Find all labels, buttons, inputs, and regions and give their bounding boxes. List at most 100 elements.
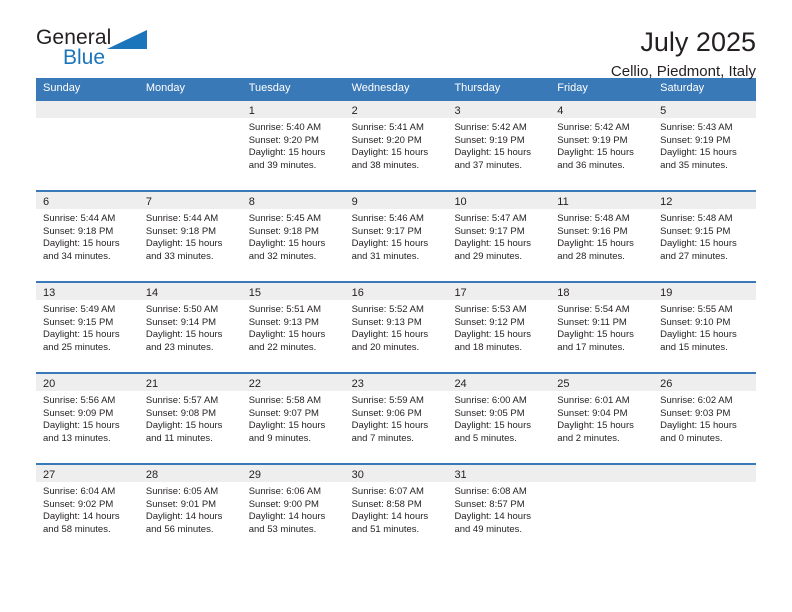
day-number: 28 <box>145 469 159 481</box>
daylight-text-line1: Daylight: 14 hours <box>43 511 120 523</box>
daylight-text-line2: and 5 minutes. <box>454 432 517 444</box>
sunrise-text: Sunrise: 5:42 AM <box>557 122 630 133</box>
calendar-week-row: 1 Sunrise: 5:40 AM Sunset: 9:20 PM Dayli… <box>36 99 757 190</box>
sunset-text: Sunset: 9:11 PM <box>557 316 627 328</box>
day-cell[interactable]: 2 Sunrise: 5:41 AM Sunset: 9:20 PM Dayli… <box>344 101 448 190</box>
daylight-text-line2: and 9 minutes. <box>248 432 312 444</box>
day-cell[interactable] <box>653 465 757 554</box>
sunrise-text: Sunrise: 5:59 AM <box>351 395 424 406</box>
day-cell[interactable]: 6 Sunrise: 5:44 AM Sunset: 9:18 PM Dayli… <box>36 192 139 281</box>
day-details: Sunrise: 5:56 AM Sunset: 9:09 PM Dayligh… <box>36 391 139 445</box>
day-cell[interactable]: 12 Sunrise: 5:48 AM Sunset: 9:15 PM Dayl… <box>653 192 757 281</box>
daylight-text-line1: Daylight: 15 hours <box>145 329 223 341</box>
day-cell[interactable]: 18 Sunrise: 5:54 AM Sunset: 9:11 PM Dayl… <box>550 283 654 372</box>
day-cell[interactable]: 17 Sunrise: 5:53 AM Sunset: 9:12 PM Dayl… <box>447 283 551 372</box>
day-number: 27 <box>43 469 56 481</box>
calendar-week-row: 13 Sunrise: 5:49 AM Sunset: 9:15 PM Dayl… <box>36 281 757 372</box>
daylight-text-line1: Daylight: 15 hours <box>351 420 429 432</box>
sunrise-text: Sunrise: 5:56 AM <box>43 395 116 406</box>
day-cell[interactable]: 24 Sunrise: 6:00 AM Sunset: 9:05 PM Dayl… <box>447 374 551 463</box>
day-details: Sunrise: 5:40 AM Sunset: 9:20 PM Dayligh… <box>242 118 345 172</box>
daylight-text-line2: and 34 minutes. <box>43 250 111 262</box>
sunset-text: Sunset: 9:00 PM <box>248 498 319 510</box>
daylight-text-line2: and 13 minutes. <box>43 432 111 444</box>
day-cell[interactable] <box>550 465 654 554</box>
day-cell[interactable]: 20 Sunrise: 5:56 AM Sunset: 9:09 PM Dayl… <box>36 374 139 463</box>
sunrise-text: Sunrise: 5:49 AM <box>43 304 116 315</box>
day-cell[interactable] <box>36 101 139 190</box>
day-cell[interactable]: 14 Sunrise: 5:50 AM Sunset: 9:14 PM Dayl… <box>138 283 242 372</box>
daylight-text-line1: Daylight: 15 hours <box>43 420 120 432</box>
daylight-text-line1: Daylight: 15 hours <box>557 420 634 432</box>
brand-logo[interactable]: General Blue <box>36 26 156 72</box>
daylight-text-line1: Daylight: 15 hours <box>660 420 737 432</box>
day-number: 15 <box>248 287 261 299</box>
day-number: 1 <box>248 105 255 117</box>
day-number <box>550 469 557 481</box>
day-cell[interactable]: 5 Sunrise: 5:43 AM Sunset: 9:19 PM Dayli… <box>653 101 757 190</box>
day-cell[interactable]: 8 Sunrise: 5:45 AM Sunset: 9:18 PM Dayli… <box>241 192 345 281</box>
day-details: Sunrise: 5:44 AM Sunset: 9:18 PM Dayligh… <box>139 209 242 263</box>
day-cell[interactable]: 31 Sunrise: 6:08 AM Sunset: 8:57 PM Dayl… <box>447 465 551 554</box>
day-details: Sunrise: 5:41 AM Sunset: 9:20 PM Dayligh… <box>345 118 448 172</box>
daylight-text-line1: Daylight: 15 hours <box>145 238 223 250</box>
sunset-text: Sunset: 9:18 PM <box>43 225 114 237</box>
day-cell[interactable]: 23 Sunrise: 5:59 AM Sunset: 9:06 PM Dayl… <box>344 374 448 463</box>
day-cell[interactable]: 13 Sunrise: 5:49 AM Sunset: 9:15 PM Dayl… <box>36 283 139 372</box>
day-cell[interactable]: 4 Sunrise: 5:42 AM Sunset: 9:19 PM Dayli… <box>550 101 654 190</box>
weekday-header-thursday: Thursday <box>454 82 501 94</box>
day-cell[interactable]: 15 Sunrise: 5:51 AM Sunset: 9:13 PM Dayl… <box>241 283 345 372</box>
day-cell[interactable] <box>138 101 242 190</box>
day-details: Sunrise: 6:08 AM Sunset: 8:57 PM Dayligh… <box>447 482 550 536</box>
sunrise-text: Sunrise: 5:54 AM <box>557 304 630 315</box>
page-title: July 2025 <box>640 27 756 57</box>
sunset-text: Sunset: 8:57 PM <box>454 498 525 510</box>
weekday-header-monday: Monday <box>145 82 185 94</box>
sunset-text: Sunset: 9:15 PM <box>660 225 731 237</box>
day-details: Sunrise: 5:49 AM Sunset: 9:15 PM Dayligh… <box>36 300 139 354</box>
day-cell[interactable]: 10 Sunrise: 5:47 AM Sunset: 9:17 PM Dayl… <box>447 192 551 281</box>
page-header: General Blue July 2025 Cellio, Piedmont,… <box>36 0 756 80</box>
daylight-text-line2: and 33 minutes. <box>145 250 214 262</box>
daylight-text-line2: and 28 minutes. <box>557 250 625 262</box>
day-cell[interactable]: 19 Sunrise: 5:55 AM Sunset: 9:10 PM Dayl… <box>653 283 757 372</box>
day-cell[interactable]: 11 Sunrise: 5:48 AM Sunset: 9:16 PM Dayl… <box>550 192 654 281</box>
day-cell[interactable]: 27 Sunrise: 6:04 AM Sunset: 9:02 PM Dayl… <box>36 465 139 554</box>
day-details: Sunrise: 5:43 AM Sunset: 9:19 PM Dayligh… <box>653 118 756 172</box>
day-cell[interactable]: 16 Sunrise: 5:52 AM Sunset: 9:13 PM Dayl… <box>344 283 448 372</box>
day-number: 20 <box>43 378 56 390</box>
daylight-text-line2: and 32 minutes. <box>248 250 317 262</box>
daylight-text-line2: and 38 minutes. <box>351 159 420 171</box>
day-cell[interactable]: 30 Sunrise: 6:07 AM Sunset: 8:58 PM Dayl… <box>344 465 448 554</box>
day-cell[interactable]: 29 Sunrise: 6:06 AM Sunset: 9:00 PM Dayl… <box>241 465 345 554</box>
daylight-text-line1: Daylight: 15 hours <box>660 147 737 159</box>
day-details: Sunrise: 5:58 AM Sunset: 9:07 PM Dayligh… <box>242 391 345 445</box>
day-cell[interactable]: 3 Sunrise: 5:42 AM Sunset: 9:19 PM Dayli… <box>447 101 551 190</box>
daylight-text-line2: and 22 minutes. <box>248 341 317 353</box>
daylight-text-line2: and 36 minutes. <box>557 159 625 171</box>
day-cell[interactable]: 9 Sunrise: 5:46 AM Sunset: 9:17 PM Dayli… <box>344 192 448 281</box>
day-number: 2 <box>351 105 358 117</box>
day-details <box>36 118 139 122</box>
day-number: 18 <box>557 287 570 299</box>
day-number <box>653 469 660 481</box>
day-cell[interactable]: 22 Sunrise: 5:58 AM Sunset: 9:07 PM Dayl… <box>241 374 345 463</box>
day-details: Sunrise: 6:01 AM Sunset: 9:04 PM Dayligh… <box>550 391 653 445</box>
day-details: Sunrise: 5:52 AM Sunset: 9:13 PM Dayligh… <box>345 300 448 354</box>
daylight-text-line2: and 15 minutes. <box>660 341 728 353</box>
day-cell[interactable]: 25 Sunrise: 6:01 AM Sunset: 9:04 PM Dayl… <box>550 374 654 463</box>
day-details: Sunrise: 6:02 AM Sunset: 9:03 PM Dayligh… <box>653 391 756 445</box>
calendar-page: General Blue July 2025 Cellio, Piedmont,… <box>0 0 792 612</box>
day-cell[interactable]: 26 Sunrise: 6:02 AM Sunset: 9:03 PM Dayl… <box>653 374 757 463</box>
day-number: 19 <box>660 287 673 299</box>
sunrise-text: Sunrise: 5:48 AM <box>557 213 630 224</box>
day-cell[interactable]: 7 Sunrise: 5:44 AM Sunset: 9:18 PM Dayli… <box>138 192 242 281</box>
day-cell[interactable]: 1 Sunrise: 5:40 AM Sunset: 9:20 PM Dayli… <box>241 101 345 190</box>
daylight-text-line2: and 25 minutes. <box>43 341 111 353</box>
sunrise-text: Sunrise: 5:45 AM <box>248 213 322 224</box>
day-cell[interactable]: 28 Sunrise: 6:05 AM Sunset: 9:01 PM Dayl… <box>138 465 242 554</box>
daylight-text-line2: and 18 minutes. <box>454 341 523 353</box>
daylight-text-line2: and 53 minutes. <box>248 523 317 535</box>
day-cell[interactable]: 21 Sunrise: 5:57 AM Sunset: 9:08 PM Dayl… <box>138 374 242 463</box>
day-details <box>139 118 242 122</box>
